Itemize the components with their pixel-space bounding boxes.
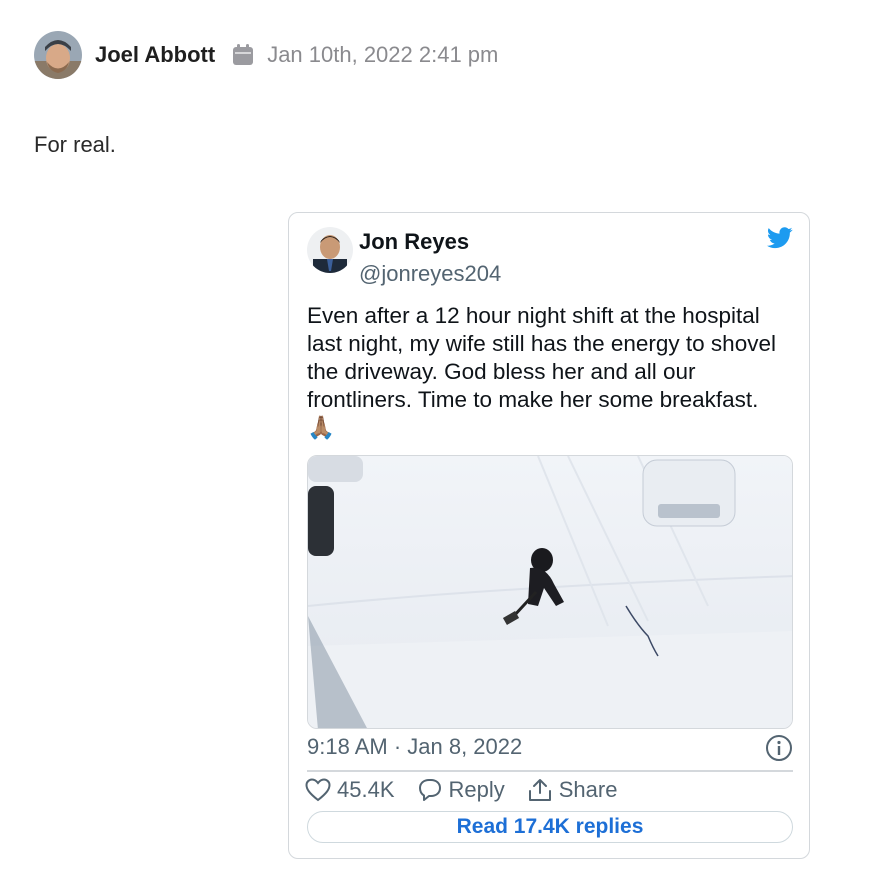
post-body-text: For real. bbox=[34, 132, 116, 157]
share-label: Share bbox=[558, 777, 618, 802]
parked-car-right bbox=[642, 459, 736, 527]
tweet-author-handle[interactable]: @jonreyes204 bbox=[359, 261, 501, 287]
calendar-icon bbox=[231, 43, 255, 67]
like-count: 45.4K bbox=[337, 777, 395, 802]
tweet-media-image[interactable] bbox=[307, 455, 793, 729]
author-name[interactable]: Joel Abbott bbox=[95, 42, 215, 68]
author-avatar[interactable] bbox=[34, 31, 82, 79]
tweet-author-avatar[interactable] bbox=[307, 227, 353, 273]
post-header: Joel Abbott Jan 10th, 2022 2:41 pm bbox=[34, 31, 498, 79]
reply-label: Reply bbox=[448, 777, 505, 802]
twitter-bird-icon[interactable] bbox=[767, 227, 793, 249]
tweet-actions: 45.4K Reply Share bbox=[305, 775, 639, 805]
tweet-divider bbox=[307, 770, 793, 772]
tweet-text: Even after a 12 hour night shift at the … bbox=[307, 303, 776, 440]
post-date: Jan 10th, 2022 2:41 pm bbox=[267, 42, 499, 67]
heart-icon bbox=[305, 778, 331, 802]
embedded-tweet[interactable]: Jon Reyes @jonreyes204 Even after a 12 h… bbox=[288, 212, 810, 859]
tweet-author-name[interactable]: Jon Reyes bbox=[359, 229, 469, 255]
tweet-timestamp[interactable]: 9:18 AM · Jan 8, 2022 bbox=[307, 734, 522, 760]
share-action[interactable]: Share bbox=[527, 777, 618, 803]
share-icon bbox=[528, 779, 551, 801]
reply-icon bbox=[418, 779, 441, 801]
read-replies-button[interactable]: Read 17.4K replies bbox=[307, 811, 793, 843]
info-icon[interactable] bbox=[765, 734, 793, 762]
like-action[interactable]: 45.4K bbox=[305, 777, 395, 803]
reply-action[interactable]: Reply bbox=[417, 777, 505, 803]
